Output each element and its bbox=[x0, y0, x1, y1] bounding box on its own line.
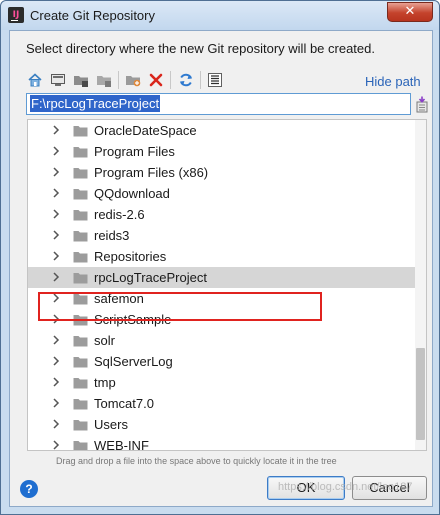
chevron-right-icon[interactable] bbox=[51, 145, 61, 157]
tree-row-label: WEB-INF bbox=[94, 438, 149, 451]
chevron-right-icon[interactable] bbox=[51, 397, 61, 409]
toolbar-separator bbox=[118, 71, 119, 89]
cancel-button[interactable]: Cancel bbox=[352, 476, 427, 500]
dialog-content: Select directory where the new Git repos… bbox=[9, 30, 433, 507]
path-input[interactable]: F:\rpcLogTraceProject bbox=[26, 93, 411, 115]
path-history-icon[interactable] bbox=[415, 96, 429, 113]
folder-icon bbox=[73, 399, 88, 410]
folder-icon bbox=[73, 126, 88, 137]
tree-row-label: Repositories bbox=[94, 249, 167, 264]
tree-row-label: Program Files bbox=[94, 144, 175, 159]
tree-row[interactable]: Users bbox=[28, 414, 426, 435]
folder-icon bbox=[73, 189, 88, 200]
folder-icon bbox=[73, 336, 88, 347]
folder-icon bbox=[73, 273, 88, 284]
desktop-icon[interactable] bbox=[49, 71, 67, 89]
title-bar: IJ Create Git Repository ✕ bbox=[1, 1, 439, 30]
chevron-right-icon[interactable] bbox=[51, 229, 61, 241]
tree-row[interactable]: Tomcat7.0 bbox=[28, 393, 426, 414]
chevron-right-icon[interactable] bbox=[51, 334, 61, 346]
create-git-repository-dialog: IJ Create Git Repository ✕ Select direct… bbox=[0, 0, 440, 515]
tree-row-label: OracleDateSpace bbox=[94, 123, 197, 138]
delete-icon[interactable] bbox=[147, 71, 165, 89]
tree-row[interactable]: solr bbox=[28, 330, 426, 351]
chevron-right-icon[interactable] bbox=[51, 418, 61, 430]
chevron-right-icon[interactable] bbox=[51, 124, 61, 136]
refresh-icon[interactable] bbox=[177, 71, 195, 89]
folder-icon bbox=[73, 231, 88, 242]
folder-icon bbox=[73, 294, 88, 305]
intellij-idea-icon: IJ bbox=[8, 7, 24, 23]
scrollbar-thumb[interactable] bbox=[416, 348, 425, 440]
chevron-right-icon[interactable] bbox=[51, 292, 61, 304]
tree-row-label: SqlServerLog bbox=[94, 354, 173, 369]
folder-icon bbox=[73, 441, 88, 450]
tree-scrollbar[interactable] bbox=[415, 120, 426, 450]
tree-row[interactable]: OracleDateSpace bbox=[28, 120, 426, 141]
tree-row-label: Program Files (x86) bbox=[94, 165, 209, 180]
module-folder-icon[interactable] bbox=[95, 71, 113, 89]
folder-icon bbox=[73, 315, 88, 326]
tree-row-label: reids3 bbox=[94, 228, 130, 243]
project-folder-icon[interactable] bbox=[72, 71, 90, 89]
tree-row[interactable]: reids3 bbox=[28, 225, 426, 246]
new-folder-icon[interactable] bbox=[124, 71, 142, 89]
tree-row[interactable]: WEB-INF bbox=[28, 435, 426, 451]
chevron-right-icon[interactable] bbox=[51, 355, 61, 367]
tree-row[interactable]: QQdownload bbox=[28, 183, 426, 204]
tree-row[interactable]: SqlServerLog bbox=[28, 351, 426, 372]
folder-icon bbox=[73, 147, 88, 158]
chevron-right-icon[interactable] bbox=[51, 187, 61, 199]
tree-row[interactable]: safemon bbox=[28, 288, 426, 309]
drag-drop-hint: Drag and drop a file into the space abov… bbox=[56, 456, 337, 466]
toolbar-separator bbox=[200, 71, 201, 89]
folder-tree[interactable]: WEB-INF Users Tomcat7.0 tmp SqlServerLog solr… bbox=[27, 119, 427, 451]
folder-icon bbox=[73, 210, 88, 221]
tree-row-label: Tomcat7.0 bbox=[94, 396, 154, 411]
tree-row-label: QQdownload bbox=[94, 186, 170, 201]
chevron-right-icon[interactable] bbox=[51, 313, 61, 325]
home-icon[interactable] bbox=[26, 71, 44, 89]
tree-row-label: solr bbox=[94, 333, 115, 348]
close-button[interactable]: ✕ bbox=[387, 2, 433, 22]
tree-row[interactable]: redis-2.6 bbox=[28, 204, 426, 225]
tree-row-label: redis-2.6 bbox=[94, 207, 145, 222]
tree-row-label: tmp bbox=[94, 375, 116, 390]
tree-row-label: safemon bbox=[94, 291, 144, 306]
chevron-right-icon[interactable] bbox=[51, 271, 61, 283]
toolbar-separator bbox=[170, 71, 171, 89]
help-icon[interactable]: ? bbox=[20, 480, 38, 498]
tree-row[interactable]: ScriptSample bbox=[28, 309, 426, 330]
dialog-description: Select directory where the new Git repos… bbox=[26, 41, 375, 56]
chevron-right-icon[interactable] bbox=[51, 376, 61, 388]
tree-row-label: Users bbox=[94, 417, 128, 432]
path-input-value: F:\rpcLogTraceProject bbox=[30, 95, 161, 112]
folder-icon bbox=[73, 252, 88, 263]
show-hidden-icon[interactable] bbox=[206, 71, 224, 89]
tree-row[interactable]: Program Files bbox=[28, 141, 426, 162]
folder-icon bbox=[73, 168, 88, 179]
chevron-right-icon[interactable] bbox=[51, 250, 61, 262]
dialog-title: Create Git Repository bbox=[30, 8, 155, 23]
chevron-right-icon[interactable] bbox=[51, 166, 61, 178]
chevron-right-icon[interactable] bbox=[51, 208, 61, 220]
tree-row[interactable]: Repositories bbox=[28, 246, 426, 267]
ok-button[interactable]: OK bbox=[267, 476, 345, 500]
folder-icon bbox=[73, 378, 88, 389]
tree-row[interactable]: rpcLogTraceProject bbox=[28, 267, 426, 288]
tree-row-label: rpcLogTraceProject bbox=[94, 270, 207, 285]
folder-icon bbox=[73, 420, 88, 431]
chevron-right-icon[interactable] bbox=[51, 439, 61, 451]
hide-path-link[interactable]: Hide path bbox=[365, 74, 421, 89]
folder-icon bbox=[73, 357, 88, 368]
tree-row[interactable]: Program Files (x86) bbox=[28, 162, 426, 183]
tree-row-label: ScriptSample bbox=[94, 312, 172, 327]
tree-row[interactable]: tmp bbox=[28, 372, 426, 393]
